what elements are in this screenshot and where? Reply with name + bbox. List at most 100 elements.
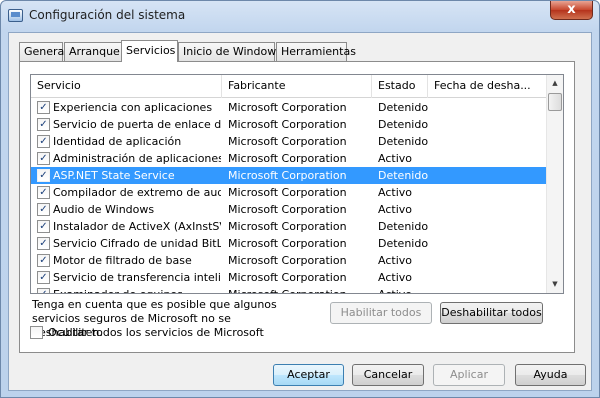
manufacturer-cell: Microsoft Corporation — [228, 152, 347, 165]
service-checkbox[interactable]: ✓ — [37, 101, 50, 114]
status-cell: Detenido — [378, 135, 428, 148]
vertical-scrollbar[interactable]: ▲ ▼ — [546, 75, 563, 293]
status-cell: Detenido — [378, 101, 428, 114]
manufacturer-cell: Microsoft Corporation — [228, 101, 347, 114]
service-checkbox[interactable]: ✓ — [37, 169, 50, 182]
disabled-date-cell — [434, 269, 530, 286]
manufacturer-cell: Microsoft Corporation — [228, 237, 347, 250]
table-row[interactable]: ✓Examinador de equipos Microsoft Corporat… — [31, 286, 548, 293]
disabled-date-cell — [434, 201, 530, 218]
table-row[interactable]: ✓ Audio de Windows Microsoft Corporation Ac… — [31, 201, 548, 218]
status-cell: Detenido — [378, 237, 428, 250]
table-row[interactable]: ✓Servicio Cifrado de unidad BitLoc... Mic… — [31, 235, 548, 252]
status-cell: Activo — [378, 286, 428, 293]
column-disabled-date[interactable]: Fecha de desha... — [428, 75, 530, 98]
ok-button[interactable]: Aceptar — [273, 364, 344, 386]
tab-startup[interactable]: Arranque — [64, 42, 122, 61]
status-cell: Activo — [378, 186, 412, 199]
service-name-cell: Compilador de extremo de audio... — [53, 186, 221, 199]
help-button[interactable]: Ayuda — [515, 364, 586, 386]
service-name-cell: Examinador de equipos — [53, 286, 221, 293]
service-checkbox[interactable]: ✓ — [37, 203, 50, 216]
list-rows: ✓ Experiencia con aplicaciones Microsoft C… — [31, 99, 548, 293]
service-checkbox[interactable]: ✓ — [37, 254, 50, 267]
manufacturer-cell: Microsoft Corporation — [228, 186, 347, 199]
window-title: Configuración del sistema — [29, 8, 186, 22]
tab-tools[interactable]: Herramientas — [276, 42, 356, 61]
tab-services[interactable]: Servicios — [121, 40, 178, 62]
tab-windows-startup[interactable]: Inicio de Windows — [178, 42, 282, 61]
service-checkbox[interactable]: ✓ — [37, 271, 50, 284]
title-bar[interactable]: Configuración del sistema x — [1, 1, 599, 31]
service-name-cell: Servicio de transferencia intelige... — [53, 271, 221, 284]
column-status[interactable]: Estado — [372, 75, 428, 98]
service-name-cell: Administración de aplicaciones — [53, 152, 221, 165]
cancel-button[interactable]: Cancelar — [352, 364, 424, 386]
list-header: Servicio Fabricante Estado Fecha de desh… — [31, 75, 548, 98]
column-service[interactable]: Servicio — [31, 75, 222, 98]
table-row[interactable]: ✓ Identidad de aplicación Microsoft Corpor… — [31, 133, 548, 150]
tab-general[interactable]: General — [19, 42, 67, 61]
services-list[interactable]: Servicio Fabricante Estado Fecha de desh… — [30, 74, 564, 294]
table-row[interactable]: ✓ Motor de filtrado de base Microsoft Corp… — [31, 252, 548, 269]
status-cell: Detenido — [378, 220, 428, 233]
status-cell: Detenido — [378, 169, 428, 182]
disabled-date-cell — [434, 235, 530, 252]
disabled-date-cell — [434, 99, 530, 116]
manufacturer-cell: Microsoft Corporation — [228, 286, 372, 293]
system-configuration-window: Configuración del sistema x General Arra… — [0, 0, 600, 398]
disabled-date-cell — [434, 184, 530, 201]
disabled-date-cell — [434, 286, 530, 293]
service-checkbox[interactable]: ✓ — [37, 288, 50, 293]
table-row[interactable]: ✓ Instalador de ActiveX (AxInstSV) Microso… — [31, 218, 548, 235]
service-checkbox[interactable]: ✓ — [37, 237, 50, 250]
service-name-cell: Instalador de ActiveX (AxInstSV) — [53, 220, 221, 233]
service-checkbox[interactable]: ✓ — [37, 186, 50, 199]
table-row[interactable]: ✓Servicio de transferencia intelige... Mi… — [31, 269, 548, 286]
status-cell: Activo — [378, 271, 412, 284]
apply-button[interactable]: Aplicar — [433, 364, 505, 386]
manufacturer-cell: Microsoft Corporation — [228, 135, 347, 148]
hide-ms-label: Ocultar todos los servicios de Microsoft — [48, 326, 264, 339]
service-name-cell: Experiencia con aplicaciones — [53, 101, 213, 114]
disable-all-button[interactable]: Deshabilitar todos — [440, 302, 543, 324]
table-row[interactable]: ✓Servicio de puerta de enlace de ... Micr… — [31, 116, 548, 133]
disabled-date-cell — [434, 150, 530, 167]
table-row[interactable]: ✓ Administración de aplicaciones Microsoft… — [31, 150, 548, 167]
service-checkbox[interactable]: ✓ — [37, 135, 50, 148]
service-checkbox[interactable]: ✓ — [37, 118, 50, 131]
manufacturer-cell: Microsoft Corporation — [228, 169, 347, 182]
table-row[interactable]: ✓ Experiencia con aplicaciones Microsoft C… — [31, 99, 548, 116]
table-row[interactable]: ✓Compilador de extremo de audio... Micros… — [31, 184, 548, 201]
table-row[interactable]: ✓ ASP.NET State Service Microsoft Corporat… — [31, 167, 548, 184]
disabled-date-cell — [434, 218, 530, 235]
services-panel: Servicio Fabricante Estado Fecha de desh… — [19, 61, 575, 353]
service-checkbox[interactable]: ✓ — [37, 152, 50, 165]
status-cell: Activo — [378, 203, 412, 216]
service-checkbox[interactable]: ✓ — [37, 220, 50, 233]
disabled-date-cell — [434, 167, 530, 184]
manufacturer-cell: Microsoft Corporation — [228, 118, 347, 131]
service-name-cell: Motor de filtrado de base — [53, 254, 192, 267]
status-cell: Activo — [378, 152, 412, 165]
manufacturer-cell: Microsoft Corporation — [228, 254, 347, 267]
scroll-thumb[interactable] — [548, 93, 562, 111]
disabled-date-cell — [434, 116, 530, 133]
status-cell: Activo — [378, 254, 412, 267]
enable-all-button[interactable]: Habilitar todos — [330, 302, 432, 324]
scroll-up-icon[interactable]: ▲ — [547, 75, 563, 92]
msconfig-app-icon — [8, 9, 23, 22]
manufacturer-cell: Microsoft Corporation — [228, 220, 347, 233]
hide-ms-checkbox-box[interactable] — [30, 326, 43, 339]
disabled-date-cell — [434, 133, 530, 150]
close-button[interactable]: x — [550, 1, 593, 20]
column-manufacturer[interactable]: Fabricante — [222, 75, 372, 98]
service-name-cell: Servicio Cifrado de unidad BitLoc... — [53, 237, 221, 250]
manufacturer-cell: Microsoft Corporation — [228, 271, 347, 284]
service-name-cell: Identidad de aplicación — [53, 135, 182, 148]
service-name-cell: Audio de Windows — [53, 203, 155, 216]
scroll-down-icon[interactable]: ▼ — [547, 276, 563, 293]
dialog-body: General Arranque Servicios Inicio de Win… — [8, 32, 592, 391]
service-name-cell: Servicio de puerta de enlace de ... — [53, 118, 221, 131]
disabled-date-cell — [434, 252, 530, 269]
